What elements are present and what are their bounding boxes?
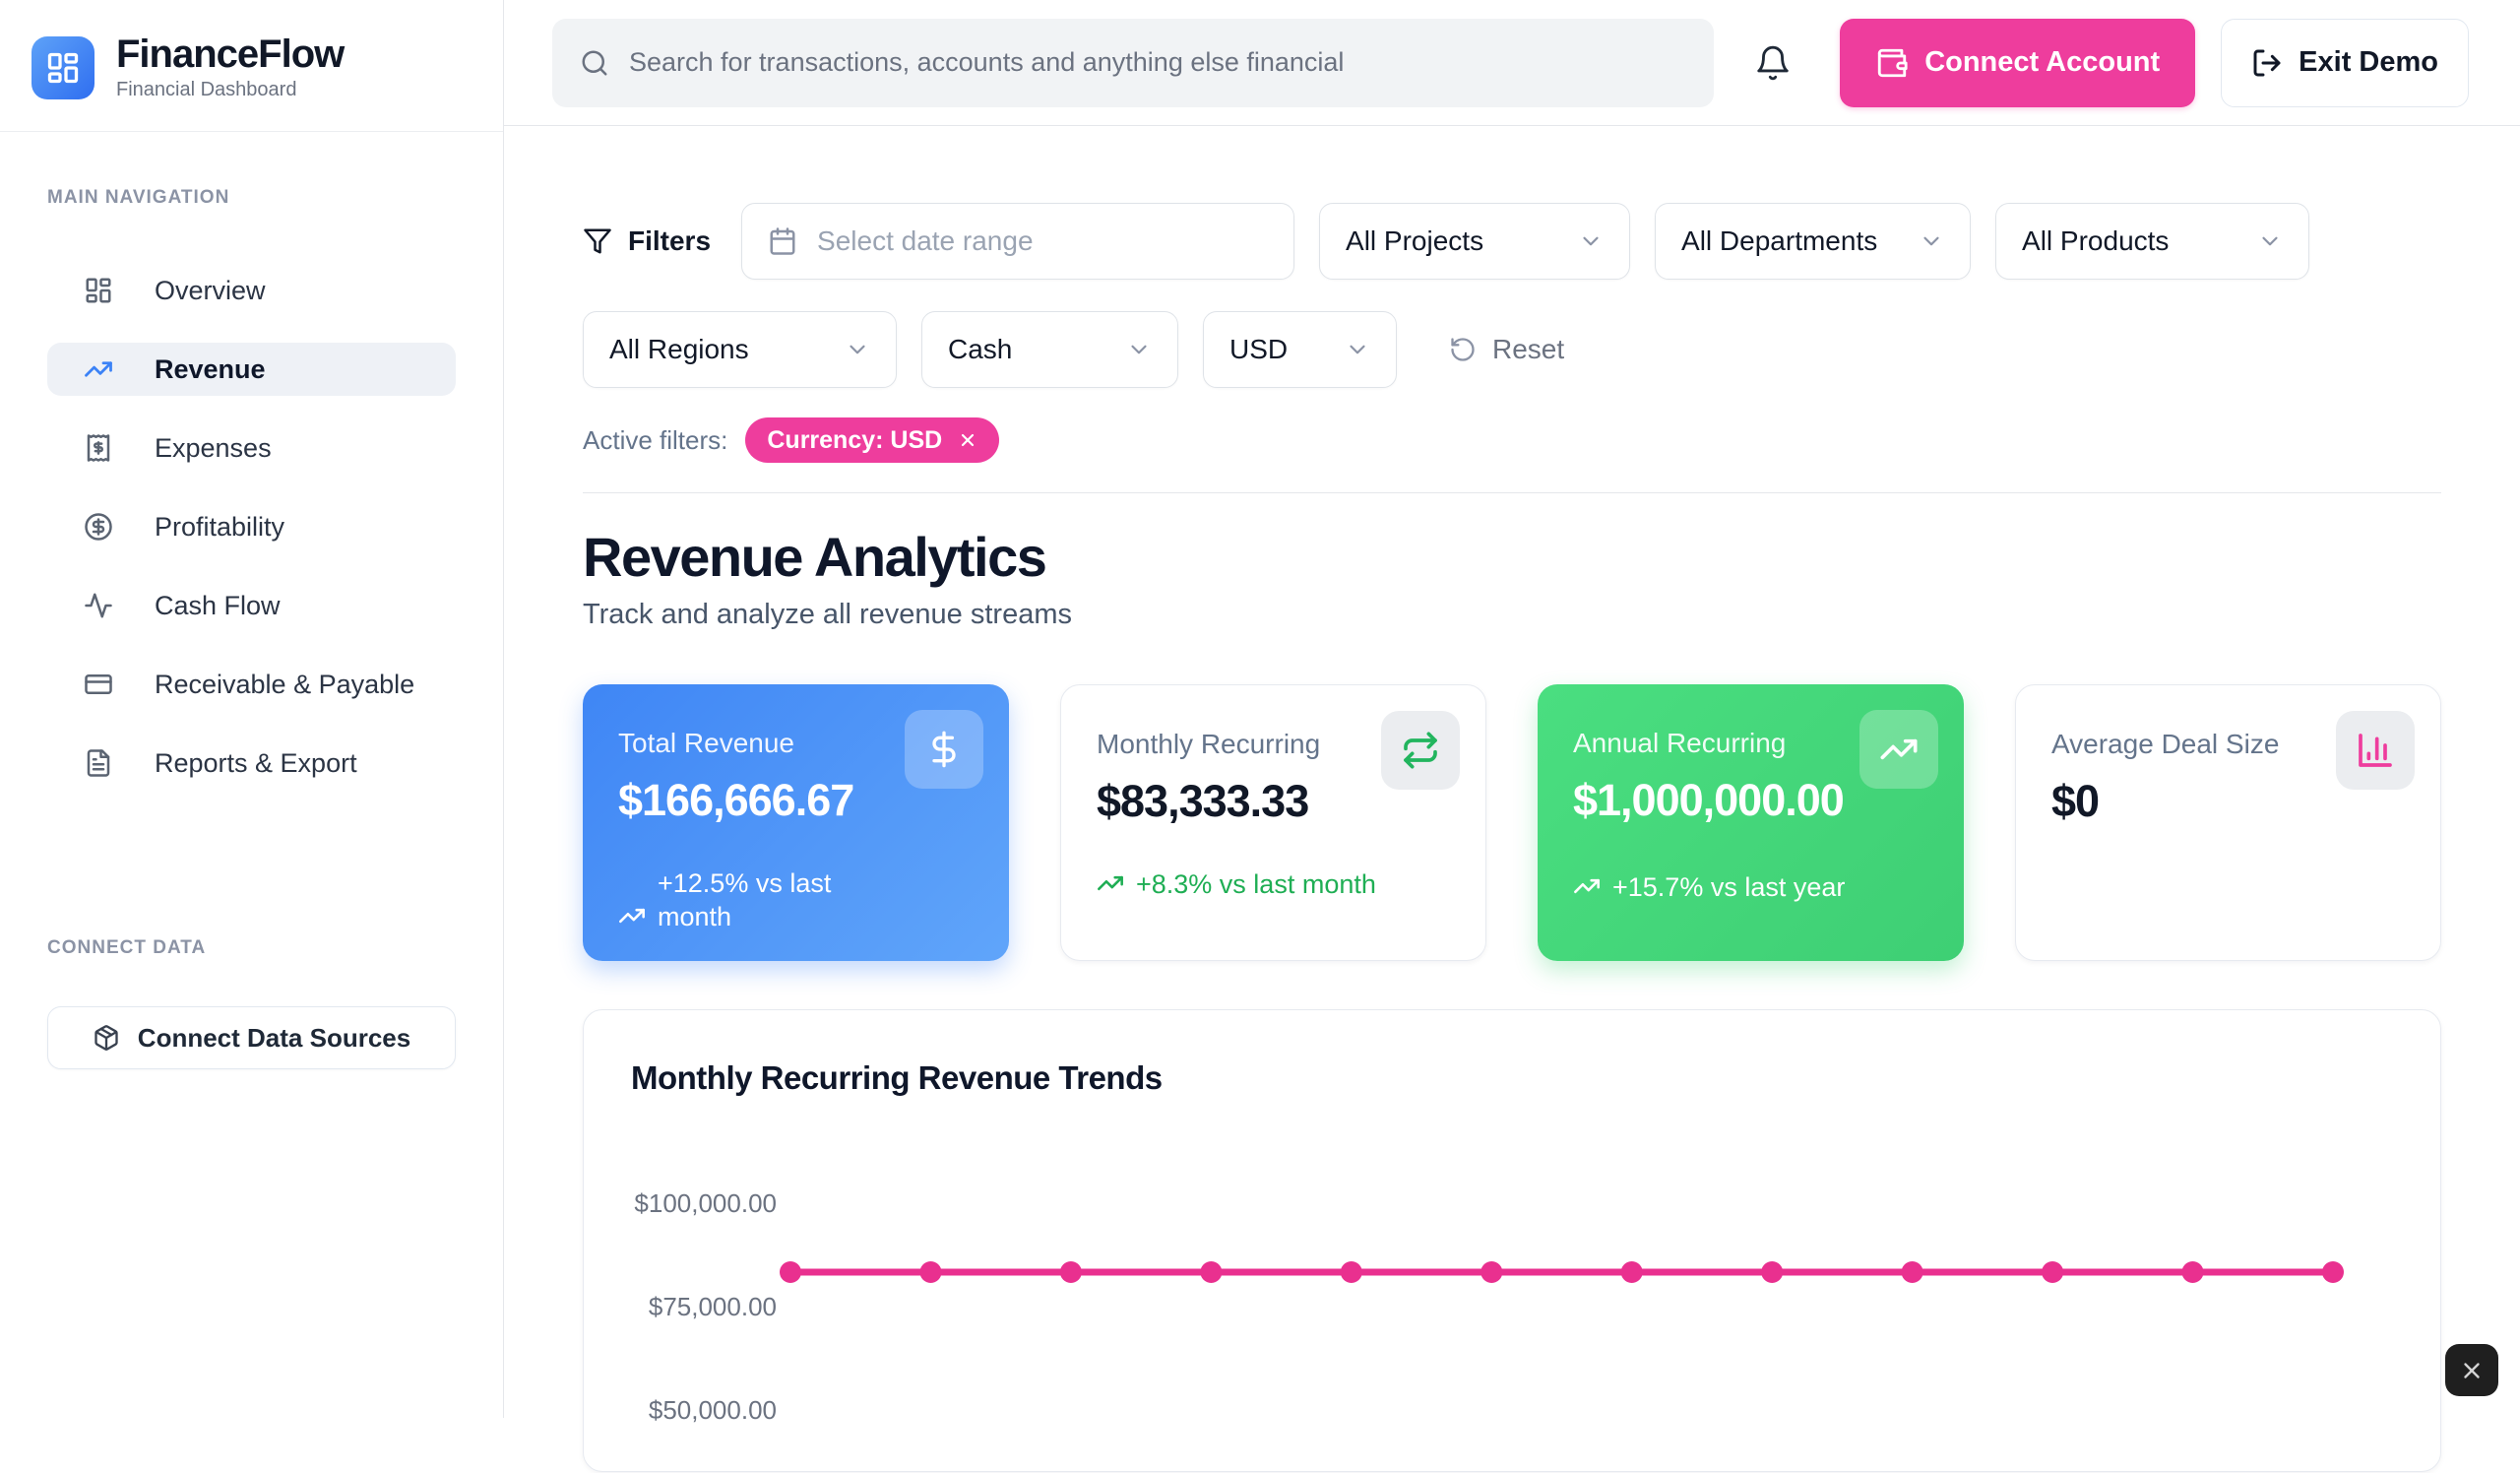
sidebar-item-reports-export[interactable]: Reports & Export <box>47 736 456 790</box>
repeat-icon <box>1381 711 1460 790</box>
y-axis-tick: $50,000.00 <box>584 1395 777 1426</box>
dashboard-icon <box>84 276 113 305</box>
wallet-icon <box>1875 46 1909 80</box>
exit-demo-button[interactable]: Exit Demo <box>2221 19 2469 107</box>
filters-bar: Filters All Projects All Departments <box>583 203 2441 463</box>
sidebar-item-label: Reports & Export <box>155 748 357 779</box>
app-logo-block: FinanceFlow Financial Dashboard <box>0 0 503 132</box>
cash-basis-dropdown[interactable]: Cash <box>921 311 1178 388</box>
chevron-down-icon <box>1578 228 1604 254</box>
sidebar-item-label: Profitability <box>155 512 284 543</box>
top-header: Connect Account Exit Demo <box>504 0 2520 126</box>
sidebar-item-label: Expenses <box>155 433 272 464</box>
sidebar-item-expenses[interactable]: Expenses <box>47 421 456 475</box>
activity-icon <box>84 591 113 620</box>
main-navigation: Overview Revenue Expenses <box>47 264 456 790</box>
trending-up-icon <box>1573 872 1601 900</box>
notifications-button[interactable] <box>1751 41 1795 85</box>
stat-card-monthly-recurring[interactable]: Monthly Recurring $83,333.33 +8.3% vs la… <box>1060 684 1486 961</box>
log-out-icon <box>2251 47 2283 79</box>
trending-up-icon <box>1097 869 1124 897</box>
date-range-input[interactable] <box>817 225 1268 257</box>
overlay-close-button[interactable] <box>2445 1344 2498 1396</box>
active-filters-label: Active filters: <box>583 425 727 456</box>
sidebar-item-label: Cash Flow <box>155 591 281 621</box>
sidebar-item-label: Overview <box>155 276 266 306</box>
app-logo-icon <box>32 36 94 99</box>
app-tagline: Financial Dashboard <box>116 79 344 101</box>
projects-dropdown[interactable]: All Projects <box>1319 203 1630 280</box>
currency-dropdown[interactable]: USD <box>1203 311 1397 388</box>
chevron-down-icon <box>845 337 870 362</box>
y-axis-tick: $75,000.00 <box>584 1292 777 1322</box>
file-text-icon <box>84 748 113 778</box>
regions-dropdown[interactable]: All Regions <box>583 311 897 388</box>
stat-card-annual-recurring[interactable]: Annual Recurring $1,000,000.00 +15.7% vs… <box>1538 684 1964 961</box>
connect-data-caption: CONNECT DATA <box>47 937 456 959</box>
trending-up-icon <box>618 902 646 929</box>
calendar-icon <box>768 226 797 256</box>
circle-dollar-icon <box>84 512 113 542</box>
y-axis-tick: $100,000.00 <box>584 1188 777 1219</box>
stat-card-average-deal-size[interactable]: Average Deal Size $0 <box>2015 684 2441 961</box>
sidebar-item-revenue[interactable]: Revenue <box>47 343 456 396</box>
package-icon <box>93 1024 120 1052</box>
sidebar-item-label: Revenue <box>155 354 266 385</box>
connect-data-sources-button[interactable]: Connect Data Sources <box>47 1006 456 1069</box>
main-content: Filters All Projects All Departments <box>504 126 2520 1472</box>
stat-change: +8.3% vs last month <box>1097 868 1450 902</box>
close-icon[interactable] <box>958 430 977 450</box>
global-search[interactable] <box>552 19 1714 107</box>
active-filter-chip-currency[interactable]: Currency: USD <box>745 417 999 463</box>
close-icon <box>2459 1358 2485 1383</box>
exit-demo-label: Exit Demo <box>2299 46 2438 79</box>
receipt-icon <box>84 433 113 463</box>
rotate-ccw-icon <box>1449 336 1477 363</box>
search-input[interactable] <box>629 47 1686 78</box>
trending-up-icon <box>1859 710 1938 789</box>
page-subtitle: Track and analyze all revenue streams <box>583 599 2441 631</box>
stat-card-total-revenue[interactable]: Total Revenue $166,666.67 +12.5% vs last… <box>583 684 1009 961</box>
sidebar: FinanceFlow Financial Dashboard MAIN NAV… <box>0 0 504 1418</box>
sidebar-item-cash-flow[interactable]: Cash Flow <box>47 579 456 632</box>
departments-dropdown[interactable]: All Departments <box>1655 203 1971 280</box>
products-dropdown[interactable]: All Products <box>1995 203 2309 280</box>
dollar-icon <box>905 710 983 789</box>
chevron-down-icon <box>1126 337 1152 362</box>
search-icon <box>580 48 609 78</box>
sidebar-item-receivable-payable[interactable]: Receivable & Payable <box>47 658 456 711</box>
filter-icon <box>583 226 612 256</box>
filters-title: Filters <box>583 225 711 257</box>
chevron-down-icon <box>2257 228 2283 254</box>
date-range-picker[interactable] <box>741 203 1294 280</box>
stat-cards: Total Revenue $166,666.67 +12.5% vs last… <box>583 684 2441 961</box>
sidebar-item-profitability[interactable]: Profitability <box>47 500 456 553</box>
mrr-chart: Monthly Recurring Revenue Trends $100,00… <box>583 1009 2441 1472</box>
sidebar-item-label: Receivable & Payable <box>155 670 414 700</box>
chevron-down-icon <box>1345 337 1370 362</box>
bell-icon <box>1754 44 1792 82</box>
stat-change: +12.5% vs last month <box>618 867 974 934</box>
connect-data-sources-label: Connect Data Sources <box>138 1023 410 1054</box>
page-title: Revenue Analytics <box>583 525 2441 589</box>
connect-account-button[interactable]: Connect Account <box>1840 19 2195 107</box>
chevron-down-icon <box>1919 228 1944 254</box>
main-navigation-caption: MAIN NAVIGATION <box>47 187 456 209</box>
connect-account-label: Connect Account <box>1924 46 2160 79</box>
sidebar-item-overview[interactable]: Overview <box>47 264 456 317</box>
reset-filters-button[interactable]: Reset <box>1449 334 1564 365</box>
trending-up-icon <box>84 354 113 384</box>
stat-change: +15.7% vs last year <box>1573 871 1928 905</box>
credit-card-icon <box>84 670 113 699</box>
section-divider <box>583 492 2441 493</box>
bar-chart-icon <box>2336 711 2415 790</box>
mrr-chart-canvas[interactable] <box>584 1010 2440 1473</box>
app-title: FinanceFlow <box>116 33 344 75</box>
